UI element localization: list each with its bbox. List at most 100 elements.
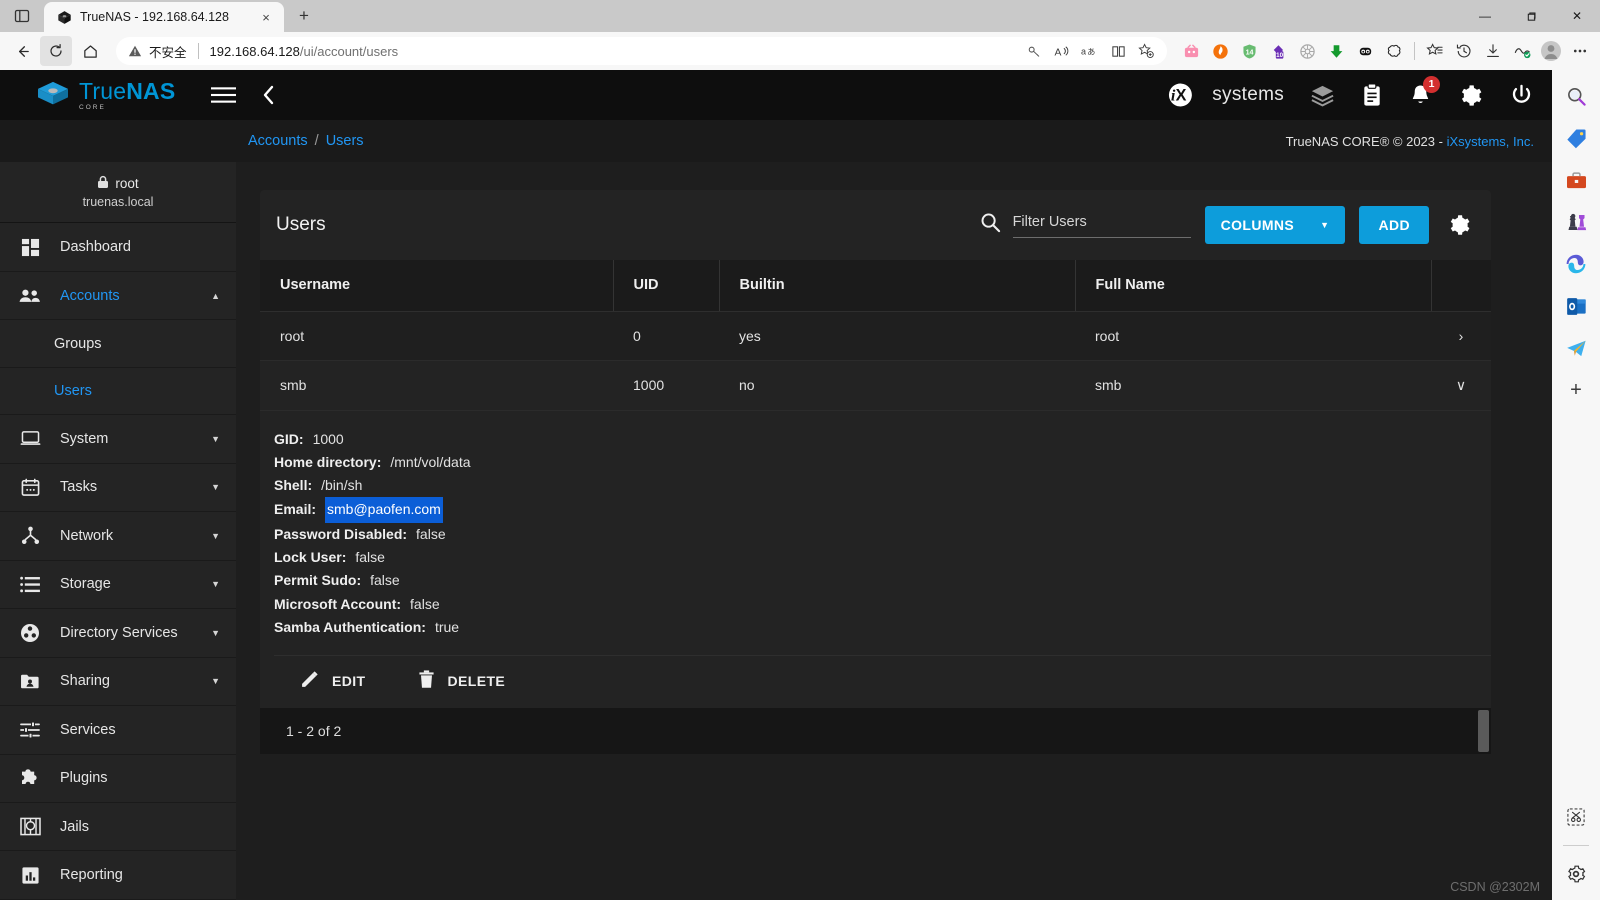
copilot-icon[interactable] bbox=[1560, 248, 1592, 280]
games-icon[interactable] bbox=[1560, 206, 1592, 238]
sidebar-item-groups[interactable]: Groups bbox=[0, 320, 236, 368]
sidebar-item-accounts[interactable]: Accounts ▲ bbox=[0, 272, 236, 321]
accounts-people-icon bbox=[17, 288, 43, 304]
sidebar-item-reporting[interactable]: Reporting bbox=[0, 851, 236, 900]
trash-icon bbox=[418, 670, 435, 692]
add-favorite-icon[interactable] bbox=[1133, 39, 1159, 63]
purple-badge-icon[interactable]: 10 bbox=[1264, 37, 1292, 65]
sidebar-item-label: Sharing bbox=[60, 673, 110, 690]
reload-button[interactable] bbox=[40, 36, 72, 66]
outlook-icon[interactable] bbox=[1560, 290, 1592, 322]
key-icon[interactable] bbox=[1021, 39, 1047, 63]
sidebar-item-system[interactable]: System ▼ bbox=[0, 415, 236, 464]
svg-text:あ: あ bbox=[1087, 47, 1095, 57]
sidebar-item-services[interactable]: Services bbox=[0, 706, 236, 755]
profile-avatar-icon[interactable] bbox=[1537, 37, 1565, 65]
bell-icon[interactable]: 1 bbox=[1409, 75, 1440, 108]
shopping-tag-icon[interactable] bbox=[1560, 122, 1592, 154]
detail-value-selected[interactable]: smb@paofen.com bbox=[325, 497, 443, 523]
reporting-chart-icon bbox=[17, 866, 43, 885]
power-icon[interactable] bbox=[1509, 83, 1534, 108]
sidebar-item-dashboard[interactable]: Dashboard bbox=[0, 223, 236, 272]
tab-close-icon[interactable]: × bbox=[256, 7, 276, 27]
vertical-scrollbar[interactable] bbox=[1478, 710, 1489, 753]
browser-essentials-icon[interactable] bbox=[1508, 37, 1536, 65]
browser-viewport: TrueNAS CORE iX systems 1 Accounts / Use… bbox=[0, 70, 1600, 900]
back-button[interactable] bbox=[6, 36, 38, 66]
sidebar-item-directory-services[interactable]: Directory Services ▼ bbox=[0, 609, 236, 658]
table-row[interactable]: smb 1000 no smb ∨ bbox=[260, 360, 1491, 411]
collections-icon[interactable] bbox=[1421, 37, 1449, 65]
read-aloud-icon[interactable]: A bbox=[1049, 39, 1075, 63]
layers-icon[interactable] bbox=[1310, 83, 1335, 108]
sidebar-item-network[interactable]: Network ▼ bbox=[0, 512, 236, 561]
search-input[interactable]: Filter Users bbox=[1012, 213, 1191, 238]
detail-row-gid: GID: 1000 bbox=[274, 428, 1491, 451]
collapse-row-icon[interactable]: ∨ bbox=[1431, 360, 1491, 411]
tools-briefcase-icon[interactable] bbox=[1560, 164, 1592, 196]
clipboard-icon[interactable] bbox=[1361, 82, 1383, 108]
copyright-link[interactable]: iXsystems, Inc. bbox=[1447, 134, 1534, 149]
column-header-builtin[interactable]: Builtin bbox=[719, 260, 1076, 312]
truenas-favicon bbox=[56, 9, 72, 25]
tab-actions-icon[interactable] bbox=[0, 0, 44, 32]
column-header-username[interactable]: Username bbox=[260, 260, 614, 312]
truenas-logo[interactable]: TrueNAS CORE bbox=[36, 79, 175, 111]
browser-navbar: 不安全 192.168.64.128/ui/account/users A aあ… bbox=[0, 32, 1600, 70]
sidebar-user-box: root truenas.local bbox=[0, 162, 236, 224]
sidebar-item-sharing[interactable]: Sharing ▼ bbox=[0, 658, 236, 707]
download-green-icon[interactable] bbox=[1322, 37, 1350, 65]
delete-button[interactable]: DELETE bbox=[418, 670, 506, 692]
breadcrumb-item-accounts[interactable]: Accounts bbox=[248, 133, 308, 149]
sidebar-item-users[interactable]: Users bbox=[0, 368, 236, 416]
sidebar-item-jails[interactable]: Jails bbox=[0, 803, 236, 852]
sidebar-item-label: Storage bbox=[60, 576, 111, 593]
insecure-warning-icon bbox=[128, 44, 142, 58]
sidebar-item-tasks[interactable]: Tasks ▼ bbox=[0, 464, 236, 513]
search-icon[interactable] bbox=[1560, 80, 1592, 112]
table-row[interactable]: root 0 yes root › bbox=[260, 311, 1491, 361]
edit-button[interactable]: EDIT bbox=[300, 670, 366, 692]
alerts-badge: 1 bbox=[1423, 75, 1440, 93]
sidebar-item-plugins[interactable]: Plugins bbox=[0, 755, 236, 803]
minimize-button[interactable]: — bbox=[1462, 0, 1508, 32]
sharing-folder-icon bbox=[17, 673, 43, 690]
wheel-icon[interactable] bbox=[1293, 37, 1321, 65]
telegram-icon[interactable] bbox=[1560, 332, 1592, 364]
add-user-button[interactable]: ADD bbox=[1359, 206, 1429, 244]
new-tab-button[interactable]: + bbox=[290, 2, 318, 30]
ellipsis-icon[interactable] bbox=[1566, 37, 1594, 65]
translate-icon[interactable]: aあ bbox=[1077, 39, 1103, 63]
home-button[interactable] bbox=[74, 36, 106, 66]
hamburger-menu-icon[interactable] bbox=[211, 86, 237, 104]
history-icon[interactable] bbox=[1450, 37, 1478, 65]
maximize-button[interactable] bbox=[1508, 0, 1554, 32]
filter-users-group[interactable]: Filter Users bbox=[980, 212, 1191, 238]
columns-button[interactable]: COLUMNS ▼ bbox=[1204, 206, 1346, 244]
firefox-like-icon[interactable] bbox=[1206, 37, 1234, 65]
truenas-topbar: TrueNAS CORE iX systems 1 bbox=[0, 70, 1552, 120]
address-bar[interactable]: 不安全 192.168.64.128/ui/account/users A aあ bbox=[116, 37, 1167, 65]
pink-tv-icon[interactable] bbox=[1177, 37, 1205, 65]
chevron-left-icon[interactable] bbox=[262, 85, 275, 105]
expand-row-icon[interactable]: › bbox=[1431, 311, 1491, 361]
close-button[interactable]: ✕ bbox=[1554, 0, 1600, 32]
downloads-icon[interactable] bbox=[1479, 37, 1507, 65]
sidebar-item-storage[interactable]: Storage ▼ bbox=[0, 561, 236, 610]
split-screen-icon[interactable] bbox=[1105, 39, 1131, 63]
breadcrumb-item-users[interactable]: Users bbox=[326, 133, 364, 149]
split-scissors-icon[interactable] bbox=[1560, 801, 1592, 833]
gear-icon[interactable] bbox=[1458, 83, 1483, 108]
adguard-icon[interactable]: 14 bbox=[1235, 37, 1263, 65]
puzzle-cloud-icon[interactable] bbox=[1380, 37, 1408, 65]
pencil-icon bbox=[300, 670, 319, 692]
chevron-down-icon: ▼ bbox=[211, 482, 220, 493]
add-tool-button[interactable]: + bbox=[1560, 374, 1592, 406]
column-header-fullname[interactable]: Full Name bbox=[1075, 260, 1432, 312]
gear-icon[interactable] bbox=[1443, 213, 1475, 237]
column-header-uid[interactable]: UID bbox=[613, 260, 720, 312]
browser-tab[interactable]: TrueNAS - 192.168.64.128 × bbox=[44, 2, 284, 32]
edit-button-label: EDIT bbox=[332, 673, 366, 690]
settings-gear-icon[interactable] bbox=[1560, 858, 1592, 890]
panda-icon[interactable] bbox=[1351, 37, 1379, 65]
